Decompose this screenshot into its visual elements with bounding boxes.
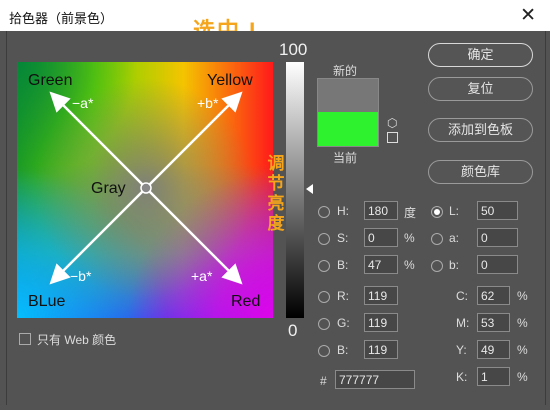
radio-l[interactable] — [431, 206, 443, 218]
new-color-label: 新的 — [333, 64, 358, 78]
unit-percent-b: % — [404, 258, 415, 272]
label-yellow: Yellow — [207, 72, 253, 89]
rgb-b-input[interactable]: 119 — [364, 340, 398, 359]
h-input[interactable]: 180 — [364, 201, 398, 220]
unit-percent-c: % — [517, 289, 528, 303]
reset-button[interactable]: 复位 — [428, 77, 533, 101]
l-input[interactable]: 50 — [477, 201, 518, 220]
brightness-input[interactable]: 47 — [364, 255, 398, 274]
color-field[interactable] — [17, 62, 273, 318]
lightness-slider[interactable] — [286, 62, 304, 318]
dialog-title: 拾色器（前景色） — [9, 11, 114, 26]
hex-label: # — [320, 374, 327, 388]
m-input[interactable]: 53 — [477, 313, 510, 332]
radio-rgb-b[interactable] — [318, 345, 330, 357]
radio-b[interactable] — [318, 260, 330, 272]
label-y: Y: — [456, 343, 467, 357]
label-r: R: — [337, 289, 349, 303]
slider-handle-icon[interactable] — [306, 184, 313, 194]
slider-max-label: 100 — [279, 40, 308, 59]
radio-r[interactable] — [318, 291, 330, 303]
label-minus-a: −a* — [72, 95, 94, 111]
label-s: S: — [337, 231, 349, 245]
label-blue: BLue — [28, 293, 66, 310]
g-input[interactable]: 119 — [364, 313, 398, 332]
label-g: G: — [337, 316, 350, 330]
y-input[interactable]: 49 — [477, 340, 510, 359]
label-plus-a: +a* — [191, 268, 213, 284]
label-minus-b: −b* — [70, 268, 92, 284]
label-green: Green — [28, 72, 73, 89]
r-input[interactable]: 119 — [364, 286, 398, 305]
ok-button[interactable]: 确定 — [428, 43, 533, 67]
label-a: a: — [449, 231, 460, 245]
web-only-label: 只有 Web 颜色 — [37, 333, 117, 347]
label-rgb-b: B: — [337, 343, 349, 357]
add-to-swatches-button[interactable]: 添加到色板 — [428, 118, 533, 142]
radio-a[interactable] — [431, 233, 443, 245]
label-k: K: — [456, 370, 468, 384]
label-lab-b: b: — [449, 258, 460, 272]
current-color-label: 当前 — [333, 151, 358, 165]
unit-percent-k: % — [517, 370, 528, 384]
label-gray: Gray — [91, 180, 126, 197]
web-only-checkbox[interactable] — [19, 333, 31, 345]
slider-min-label: 0 — [288, 321, 298, 340]
annotation-adjust-brightness: 调 节 亮 度 — [267, 154, 285, 233]
radio-lab-b[interactable] — [431, 260, 443, 272]
axis-arrows — [49, 91, 243, 285]
radio-h[interactable] — [318, 206, 330, 218]
k-input[interactable]: 1 — [477, 367, 510, 386]
arrow-yellow — [145, 91, 243, 189]
color-field-cursor — [140, 182, 152, 194]
a-input[interactable]: 0 — [477, 228, 518, 247]
lab-b-input[interactable]: 0 — [477, 255, 518, 274]
dialog-titlebar: 拾色器（前景色） ✕ 选中 L — [0, 0, 550, 43]
color-library-button[interactable]: 颜色库 — [428, 160, 533, 184]
unit-degree: 度 — [404, 206, 417, 220]
close-icon[interactable]: ✕ — [520, 4, 536, 27]
web-safe-icon[interactable] — [387, 132, 398, 143]
label-l: L: — [449, 204, 460, 218]
label-brightness: B: — [337, 258, 349, 272]
hex-input[interactable]: 777777 — [335, 370, 415, 389]
label-red: Red — [231, 293, 261, 310]
unit-percent-s: % — [404, 231, 415, 245]
label-m: M: — [456, 316, 470, 330]
label-plus-b: +b* — [197, 95, 219, 111]
unit-percent-m: % — [517, 316, 528, 330]
cube-icon[interactable]: ⬡ — [387, 116, 397, 130]
c-input[interactable]: 62 — [477, 286, 510, 305]
s-input[interactable]: 0 — [364, 228, 398, 247]
unit-percent-y: % — [517, 343, 528, 357]
radio-g[interactable] — [318, 318, 330, 330]
arrow-blue — [49, 187, 147, 285]
label-h: H: — [337, 204, 349, 218]
arrow-green-red — [49, 91, 147, 189]
radio-s[interactable] — [318, 233, 330, 245]
label-c: C: — [456, 289, 468, 303]
